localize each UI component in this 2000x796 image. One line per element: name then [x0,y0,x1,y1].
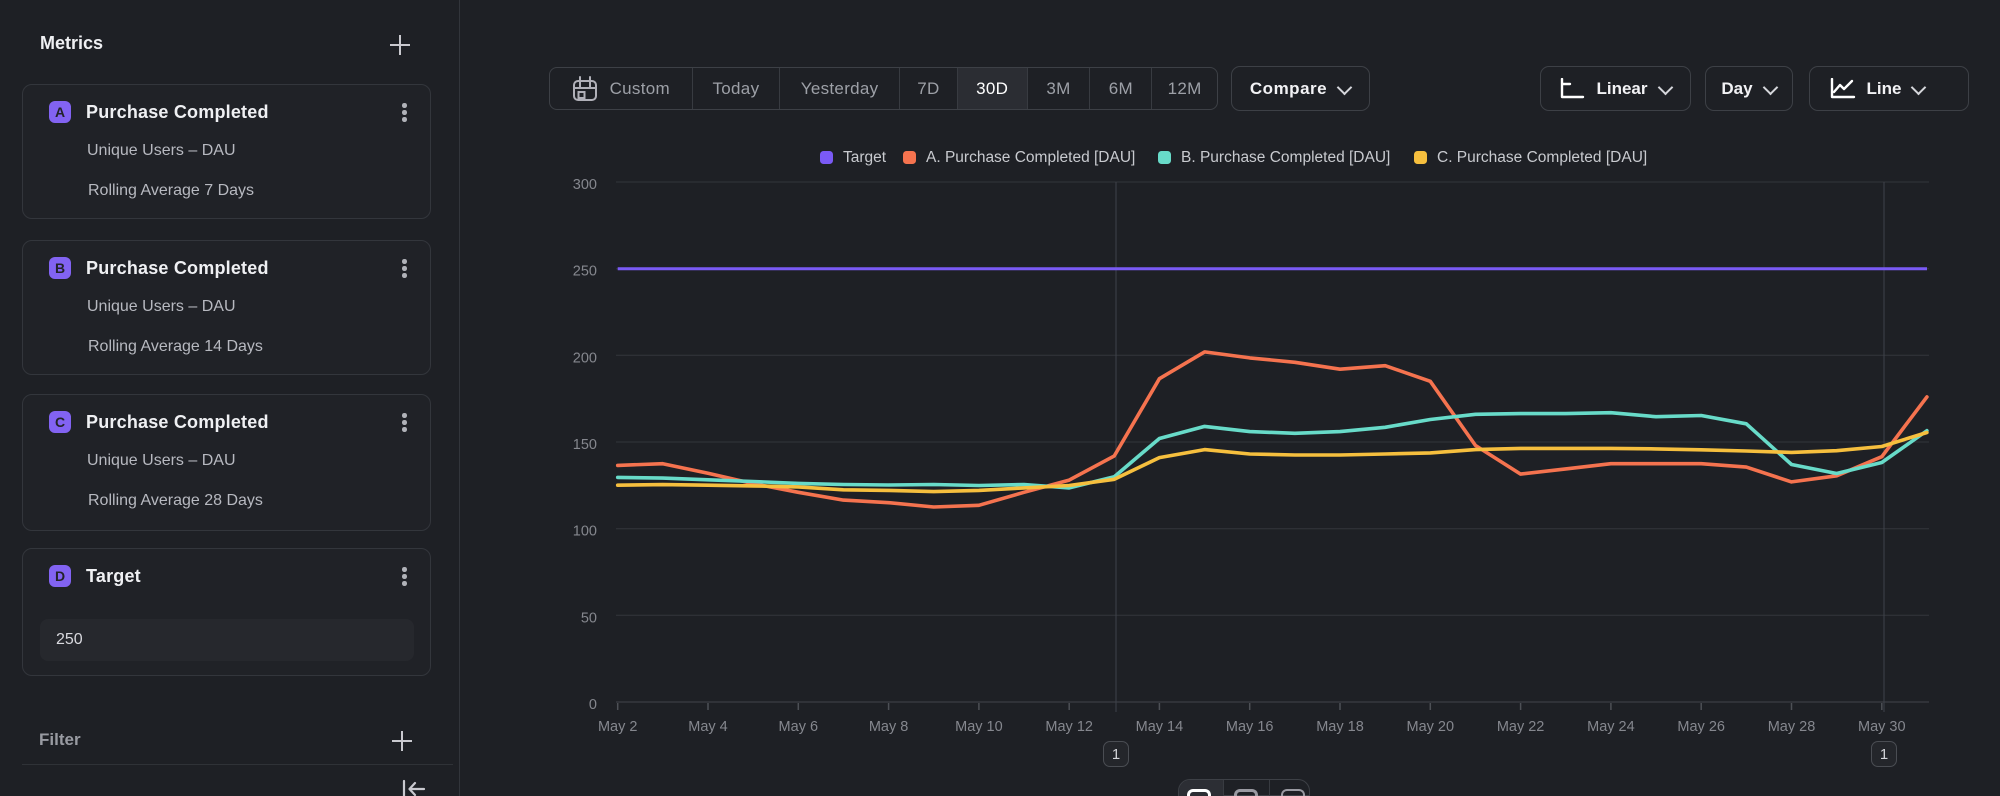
svg-text:May 2: May 2 [598,719,638,735]
svg-text:100: 100 [573,524,597,540]
svg-text:250: 250 [573,264,597,280]
svg-text:50: 50 [581,610,597,626]
svg-text:May 18: May 18 [1316,719,1364,735]
svg-text:May 30: May 30 [1858,719,1906,735]
svg-text:May 16: May 16 [1226,719,1274,735]
svg-text:May 20: May 20 [1407,719,1455,735]
svg-text:300: 300 [573,177,597,193]
svg-text:May 8: May 8 [869,719,909,735]
svg-text:May 28: May 28 [1768,719,1816,735]
svg-text:May 4: May 4 [688,719,728,735]
svg-text:0: 0 [589,697,597,713]
svg-text:May 14: May 14 [1136,719,1184,735]
svg-text:May 12: May 12 [1045,719,1093,735]
svg-text:May 10: May 10 [955,719,1003,735]
svg-text:May 24: May 24 [1587,719,1635,735]
svg-text:May 26: May 26 [1677,719,1725,735]
svg-text:150: 150 [573,437,597,453]
svg-text:May 6: May 6 [779,719,819,735]
svg-text:May 22: May 22 [1497,719,1545,735]
svg-text:200: 200 [573,350,597,366]
